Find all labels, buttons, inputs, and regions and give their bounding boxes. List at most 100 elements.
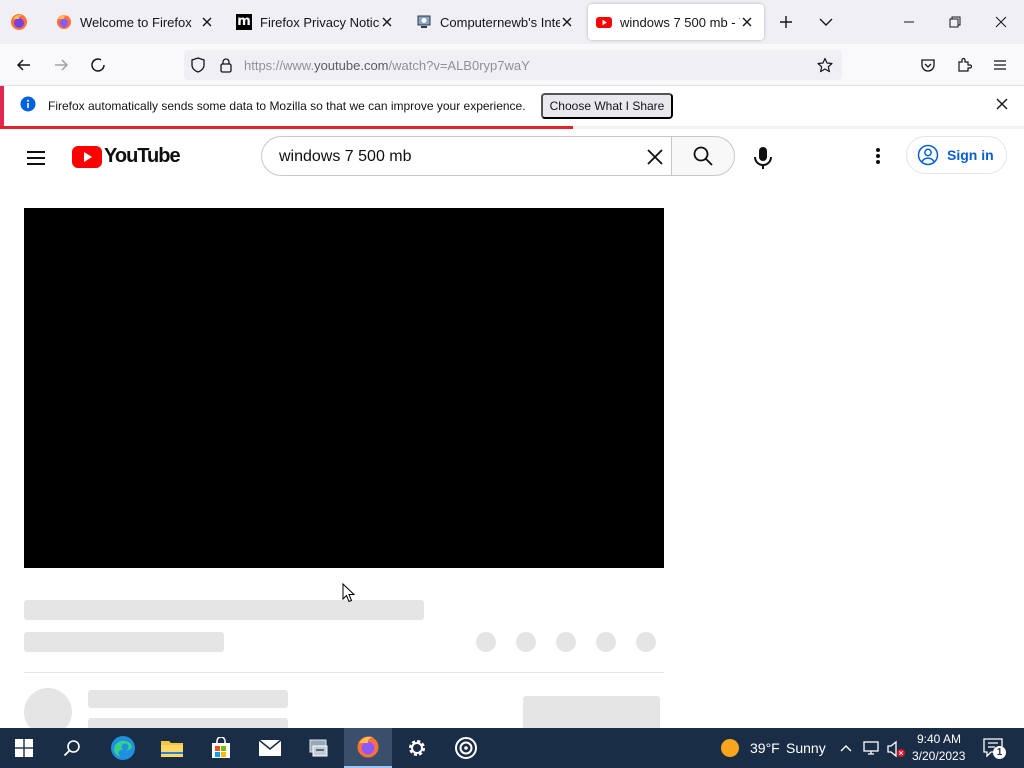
search-button[interactable] xyxy=(671,136,735,176)
action-placeholder xyxy=(516,632,536,652)
search-query-text: windows 7 500 mb xyxy=(279,148,412,165)
close-tab-icon[interactable] xyxy=(200,15,214,29)
data-collection-notification: Firefox automatically sends some data to… xyxy=(0,86,1024,126)
guide-menu-icon[interactable] xyxy=(24,146,48,170)
notification-text: Firefox automatically sends some data to… xyxy=(48,99,526,113)
sign-in-button[interactable]: Sign in xyxy=(906,136,1007,174)
close-tab-icon[interactable] xyxy=(560,15,574,29)
video-player[interactable] xyxy=(24,208,664,568)
tab-privacy-notice[interactable]: m Firefox Privacy Notice — Mozilla xyxy=(228,4,404,40)
close-window-button[interactable] xyxy=(978,0,1024,44)
tracking-protection-shield-icon[interactable] xyxy=(190,57,206,73)
channel-placeholder xyxy=(24,632,224,652)
file-explorer-taskbar-button[interactable] xyxy=(148,728,196,768)
youtube-header: YouTube windows 7 500 mb Sign in xyxy=(0,130,1024,186)
media-player-taskbar-button[interactable] xyxy=(442,728,490,768)
clock-date[interactable]: 3/20/2023 xyxy=(912,749,965,763)
firefox-taskbar-button[interactable] xyxy=(344,728,392,768)
store-icon xyxy=(212,737,230,758)
list-all-tabs-icon[interactable] xyxy=(816,12,836,32)
tab-welcome-to-firefox[interactable]: Welcome to Firefox xyxy=(48,4,224,40)
info-icon xyxy=(20,96,36,112)
tab-computernewb[interactable]: Computernewb's Internet Archive xyxy=(408,4,584,40)
firefox-view-icon[interactable] xyxy=(10,13,28,31)
sign-in-label: Sign in xyxy=(947,147,994,163)
tab-youtube-active[interactable]: windows 7 500 mb - YouTube xyxy=(588,4,764,40)
pocket-icon[interactable] xyxy=(914,51,942,79)
action-placeholder xyxy=(596,632,616,652)
close-tab-icon[interactable] xyxy=(740,15,754,29)
network-icon[interactable] xyxy=(862,740,880,756)
weather-description[interactable]: Sunny xyxy=(786,740,826,756)
tab-title: Computernewb's Internet Archive xyxy=(440,14,560,30)
restore-button[interactable] xyxy=(932,0,978,44)
firefox-icon xyxy=(57,15,71,29)
clock-time[interactable]: 9:40 AM xyxy=(917,732,961,746)
action-placeholder xyxy=(476,632,496,652)
url-path: /watch?v=ALB0ryp7waY xyxy=(388,58,530,73)
menu-hamburger-icon[interactable] xyxy=(986,51,1014,79)
target-icon xyxy=(455,737,477,759)
archive-icon xyxy=(417,15,431,28)
stop-loading-icon[interactable] xyxy=(84,51,112,79)
lock-icon[interactable] xyxy=(218,57,234,73)
store-taskbar-button[interactable] xyxy=(197,728,245,768)
tab-title: Firefox Privacy Notice — Mozilla xyxy=(260,14,380,30)
subscribe-placeholder xyxy=(523,696,660,732)
new-tab-icon[interactable] xyxy=(776,12,796,32)
firefox-icon xyxy=(357,736,379,758)
youtube-play-logo-icon xyxy=(72,145,102,168)
extensions-icon[interactable] xyxy=(950,51,978,79)
edge-taskbar-button[interactable] xyxy=(99,728,147,768)
mail-icon xyxy=(258,739,282,756)
search-taskbar-button[interactable] xyxy=(48,728,96,768)
forward-button[interactable] xyxy=(47,51,75,79)
choose-what-i-share-button[interactable]: Choose What I Share xyxy=(541,93,673,119)
gear-icon xyxy=(409,740,425,756)
weather-sun-icon[interactable] xyxy=(720,738,740,758)
url-bar[interactable]: https://www.youtube.com/watch?v=ALB0ryp7… xyxy=(184,50,842,80)
windows-taskbar: 39°F Sunny 9:40 AM 3/20/2023 1 xyxy=(0,728,1024,768)
settings-more-icon[interactable] xyxy=(868,146,888,170)
weather-temperature[interactable]: 39°F xyxy=(750,740,780,756)
show-hidden-icons-chevron-icon[interactable] xyxy=(838,741,854,755)
page-load-progress xyxy=(0,126,1024,129)
minimize-button[interactable] xyxy=(886,0,932,44)
close-notification-icon[interactable] xyxy=(994,96,1010,112)
tab-title: windows 7 500 mb - YouTube xyxy=(620,14,740,30)
search-icon xyxy=(693,146,713,166)
url-prefix: https://www. xyxy=(244,58,315,73)
bookmark-star-icon[interactable] xyxy=(817,57,833,73)
tab-title: Welcome to Firefox xyxy=(80,14,192,30)
account-icon xyxy=(917,144,939,166)
youtube-logo-text: YouTube xyxy=(104,145,181,167)
youtube-icon xyxy=(596,17,612,28)
action-placeholder xyxy=(556,632,576,652)
action-center-icon[interactable]: 1 xyxy=(982,737,1006,759)
youtube-logo[interactable]: YouTube xyxy=(72,145,181,168)
tab-strip: Welcome to Firefox m Firefox Privacy Not… xyxy=(0,0,1024,44)
edge-icon xyxy=(111,736,135,760)
installer-icon xyxy=(309,739,328,757)
close-tab-icon[interactable] xyxy=(380,15,394,29)
navigation-toolbar: https://www.youtube.com/watch?v=ALB0ryp7… xyxy=(0,44,1024,86)
clear-search-icon[interactable] xyxy=(645,147,665,167)
mouse-cursor-icon xyxy=(342,583,356,603)
volume-muted-icon[interactable] xyxy=(886,740,906,758)
windows-logo-icon xyxy=(15,739,33,757)
url-host: youtube.com xyxy=(314,58,389,73)
voice-search-microphone-icon[interactable] xyxy=(752,146,774,170)
folder-icon xyxy=(161,741,183,757)
url-text[interactable]: https://www.youtube.com/watch?v=ALB0ryp7… xyxy=(244,58,530,73)
mail-taskbar-button[interactable] xyxy=(246,728,294,768)
divider xyxy=(24,672,664,673)
app-installer-taskbar-button[interactable] xyxy=(295,728,343,768)
back-button[interactable] xyxy=(10,51,38,79)
notification-count-badge: 1 xyxy=(993,746,1006,759)
start-button[interactable] xyxy=(0,728,48,768)
mozilla-icon: m xyxy=(236,14,252,30)
search-input[interactable]: windows 7 500 mb xyxy=(261,136,672,176)
load-progress-fill xyxy=(0,126,574,129)
settings-taskbar-button[interactable] xyxy=(393,728,441,768)
owner-placeholder xyxy=(88,690,288,708)
